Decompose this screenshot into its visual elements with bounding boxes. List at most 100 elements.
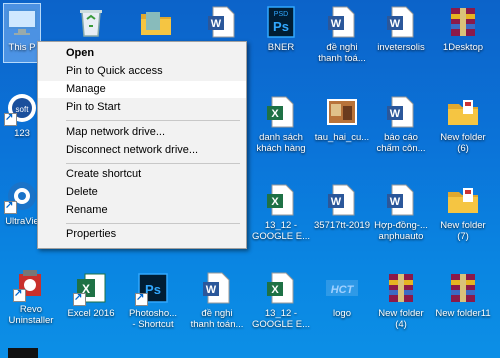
hop-dong-label: Hợp-đồng-... anphuauto [374, 220, 428, 242]
new-folder-11-tile[interactable]: New folder11 [432, 270, 494, 319]
13-12-google-1-tile[interactable]: X 13_12 - GOOGLE E... [250, 182, 312, 242]
svg-text:X: X [271, 196, 279, 208]
bao-cao-tile[interactable]: W báo cáo chấm côn... [370, 94, 432, 154]
this-pc-icon-tile[interactable]: This P [3, 3, 41, 63]
folder-icon [138, 4, 174, 40]
de-nghi-2-tile[interactable]: W đề nghi thanh toán... [186, 270, 248, 330]
menu-item-manage[interactable]: Manage [38, 81, 246, 98]
word-document-icon: W [383, 4, 419, 40]
new-folder-6-label: New folder (6) [440, 132, 486, 154]
image-file-icon [324, 94, 360, 130]
1desktop-tile[interactable]: 1Desktop [432, 4, 494, 53]
revo-label: Revo Uninstaller [8, 304, 54, 326]
svg-text:W: W [206, 284, 217, 296]
ultraviewer-label: UltraVie [5, 216, 39, 227]
context-menu: Open Pin to Quick access Manage Pin to S… [37, 41, 247, 249]
revo-uninstaller-icon [13, 266, 49, 302]
psd-badge: PSD [274, 11, 288, 18]
folder-icon [445, 182, 481, 218]
shortcut-arrow-icon [13, 288, 26, 302]
word-document-icon: W [383, 94, 419, 130]
13-12-google-2-label: 13_12 - GOOGLE E... [251, 308, 311, 330]
folder-icon [445, 94, 481, 130]
excel-2016-tile[interactable]: X Excel 2016 [60, 270, 122, 319]
photoshop-label: Photosho... - Shortcut [128, 308, 178, 330]
word-document-icon: W [324, 4, 360, 40]
word-document-icon: W [383, 182, 419, 218]
menu-item-properties[interactable]: Properties [38, 226, 246, 243]
word-document-icon: W [204, 4, 240, 40]
new-folder-6-tile[interactable]: New folder (6) [432, 94, 494, 154]
photoshop-file-icon: PSD Ps [263, 4, 299, 40]
menu-item-pin-to-start[interactable]: Pin to Start [38, 99, 246, 116]
hop-dong-tile[interactable]: W Hợp-đồng-... anphuauto [370, 182, 432, 242]
de-nghi-1-label: đề nghi thanh toá... [318, 42, 366, 64]
new-folder-7-tile[interactable]: New folder (7) [432, 182, 494, 242]
ultraviewer-icon [4, 178, 40, 214]
de-nghi-1-tile[interactable]: W đề nghi thanh toá... [311, 4, 373, 64]
menu-item-open[interactable]: Open [38, 45, 246, 62]
excel-document-icon: X [263, 270, 299, 306]
1desktop-label: 1Desktop [442, 42, 484, 53]
svg-text:W: W [390, 196, 401, 208]
app-123-label: 123 [14, 128, 30, 139]
svg-text:W: W [390, 108, 401, 120]
35717-tile[interactable]: W 35717tt-2019 [311, 182, 373, 231]
photoshop-tile[interactable]: Ps Photosho... - Shortcut [122, 270, 184, 330]
bner-label: BNER [267, 42, 295, 53]
this-pc-label: This P [8, 42, 36, 53]
menu-item-delete[interactable]: Delete [38, 184, 246, 201]
danh-sach-tile[interactable]: X danh sách khách hàng [250, 94, 312, 154]
hct-logo-icon: HCT [324, 270, 360, 306]
winrar-archive-icon [383, 270, 419, 306]
shortcut-arrow-icon [4, 200, 17, 214]
svg-text:soft: soft [16, 105, 30, 114]
svg-text:W: W [331, 196, 342, 208]
new-folder-11-label: New folder11 [435, 308, 491, 319]
menu-item-create-shortcut[interactable]: Create shortcut [38, 166, 246, 183]
new-folder-4-tile[interactable]: New folder (4) [370, 270, 432, 330]
shortcut-arrow-icon [73, 292, 86, 306]
excel-document-icon: X [263, 94, 299, 130]
logo-label: logo [333, 308, 351, 319]
recycle-bin-tile[interactable] [60, 4, 122, 40]
menu-separator [66, 120, 240, 121]
recycle-bin-icon [73, 4, 109, 40]
menu-item-pin-quick-access[interactable]: Pin to Quick access [38, 63, 246, 80]
danh-sach-label: danh sách khách hàng [256, 132, 306, 154]
application-icon: soft [4, 90, 40, 126]
svg-text:W: W [211, 18, 222, 30]
new-folder-4-label: New folder (4) [378, 308, 424, 330]
winrar-archive-icon [445, 270, 481, 306]
shortcut-arrow-icon [135, 292, 148, 306]
winrar-archive-icon [445, 4, 481, 40]
app-123-tile[interactable]: soft 123 [4, 90, 40, 139]
menu-item-map-network-drive[interactable]: Map network drive... [38, 124, 246, 141]
new-folder-7-label: New folder (7) [440, 220, 486, 242]
revo-tile[interactable]: Revo Uninstaller [0, 266, 62, 326]
ultraviewer-tile[interactable]: UltraVie [4, 178, 40, 227]
invetersolis-label: invetersolis [377, 42, 425, 53]
svg-text:W: W [390, 18, 401, 30]
13-12-google-2-tile[interactable]: X 13_12 - GOOGLE E... [250, 270, 312, 330]
partial-icon [8, 348, 38, 358]
svg-text:X: X [271, 108, 279, 120]
photoshop-app-icon: Ps [135, 270, 171, 306]
tau-hai-cu-tile[interactable]: tau_hai_cu... [311, 94, 373, 143]
excel-app-icon: X [73, 270, 109, 306]
invetersolis-tile[interactable]: W invetersolis [370, 4, 432, 53]
word-document-icon: W [199, 270, 235, 306]
excel-document-icon: X [263, 182, 299, 218]
logo-tile[interactable]: HCT logo [311, 270, 373, 319]
svg-text:W: W [331, 18, 342, 30]
shortcut-arrow-icon [4, 112, 17, 126]
35717-label: 35717tt-2019 [314, 220, 370, 231]
word-doc-top-tile[interactable]: W [191, 4, 253, 40]
menu-separator [66, 163, 240, 164]
folder-top-tile[interactable] [125, 4, 187, 40]
menu-item-disconnect-network-drive[interactable]: Disconnect network drive... [38, 142, 246, 159]
menu-item-rename[interactable]: Rename [38, 202, 246, 219]
13-12-google-1-label: 13_12 - GOOGLE E... [251, 220, 311, 242]
bner-tile[interactable]: PSD Ps BNER [250, 4, 312, 53]
excel-2016-label: Excel 2016 [67, 308, 115, 319]
